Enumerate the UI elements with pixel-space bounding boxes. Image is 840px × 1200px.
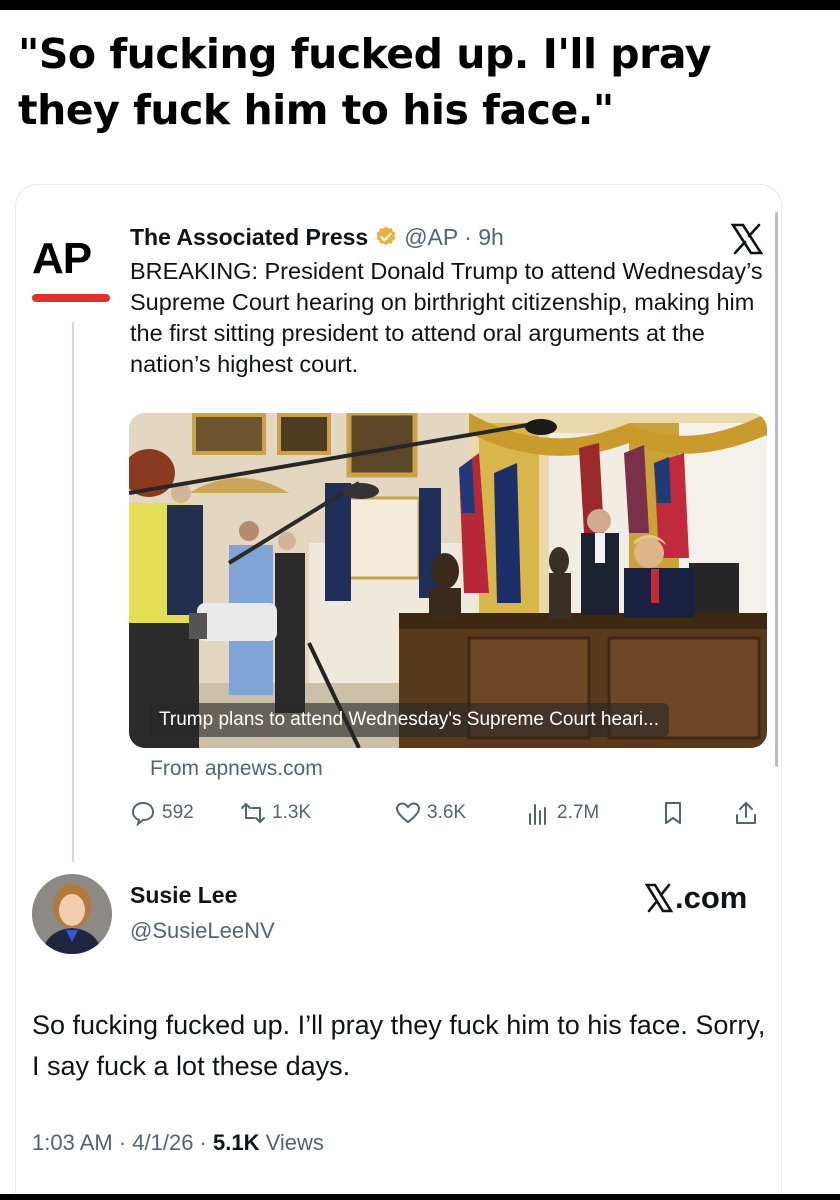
ap-avatar[interactable]: AP — [30, 232, 112, 308]
headline: "So fucking fucked up. I'll pray they fu… — [18, 30, 712, 134]
tweet-views-count: 5.1K — [212, 1130, 260, 1155]
author-name[interactable]: The Associated Press — [130, 224, 368, 251]
author-handle-time: @AP · 9h — [404, 223, 504, 250]
like-button[interactable]: 3.6K — [395, 800, 466, 826]
quoted-tweet-header: The Associated Press @AP · 9h — [130, 220, 504, 254]
ap-logo-underline — [32, 294, 110, 302]
tweet-views-label: Views — [259, 1130, 324, 1155]
heart-icon — [395, 802, 421, 824]
quoted-tweet-text: BREAKING: President Donald Trump to atte… — [130, 258, 763, 377]
top-border — [0, 0, 840, 10]
views-count: 2.7M — [557, 802, 600, 823]
x-logo-icon[interactable] — [730, 222, 764, 256]
avatar-photo — [32, 874, 112, 954]
tweet-timestamp[interactable]: 1:03 AM · 4/1/26 · — [32, 1130, 213, 1155]
repost-icon — [241, 803, 265, 823]
reply-button[interactable]: 592 — [130, 800, 194, 826]
share-button[interactable] — [733, 800, 765, 826]
tweet-media-image[interactable]: Trump plans to attend Wednesday's Suprem… — [129, 413, 767, 748]
source-link[interactable]: From apnews.com — [150, 757, 323, 781]
media-caption[interactable]: Trump plans to attend Wednesday's Suprem… — [149, 703, 669, 737]
x-com-text: .com — [675, 880, 748, 915]
repost-count: 1.3K — [272, 802, 312, 823]
reply-icon — [131, 801, 155, 826]
views-chart-icon — [529, 804, 546, 825]
oval-office-photo — [129, 413, 767, 748]
x-com-label: .com — [645, 880, 747, 916]
reply-author-handle[interactable]: @SusieLeeNV — [130, 918, 275, 944]
tweet-actions: 592 1.3K 3.6K 2.7M — [130, 800, 770, 832]
repost-button[interactable]: 1.3K — [240, 800, 311, 826]
avatar[interactable] — [32, 874, 112, 954]
scrollbar[interactable] — [775, 212, 778, 767]
share-icon — [736, 802, 756, 824]
views-button[interactable]: 2.7M — [525, 800, 599, 826]
tweet-meta: 1:03 AM · 4/1/26 · 5.1K Views — [32, 1130, 324, 1156]
x-logo-icon — [645, 883, 673, 913]
bookmark-icon — [665, 802, 681, 824]
bottom-border — [0, 1194, 840, 1200]
verified-badge-icon — [374, 225, 398, 249]
reply-author-name[interactable]: Susie Lee — [130, 882, 237, 909]
bookmark-button[interactable] — [660, 800, 692, 826]
like-count: 3.6K — [427, 802, 467, 823]
reply-count: 592 — [162, 802, 194, 823]
reply-text: So fucking fucked up. I’ll pray they fuc… — [32, 1010, 766, 1081]
ap-logo-text: AP — [32, 234, 92, 283]
thread-line — [72, 322, 74, 862]
